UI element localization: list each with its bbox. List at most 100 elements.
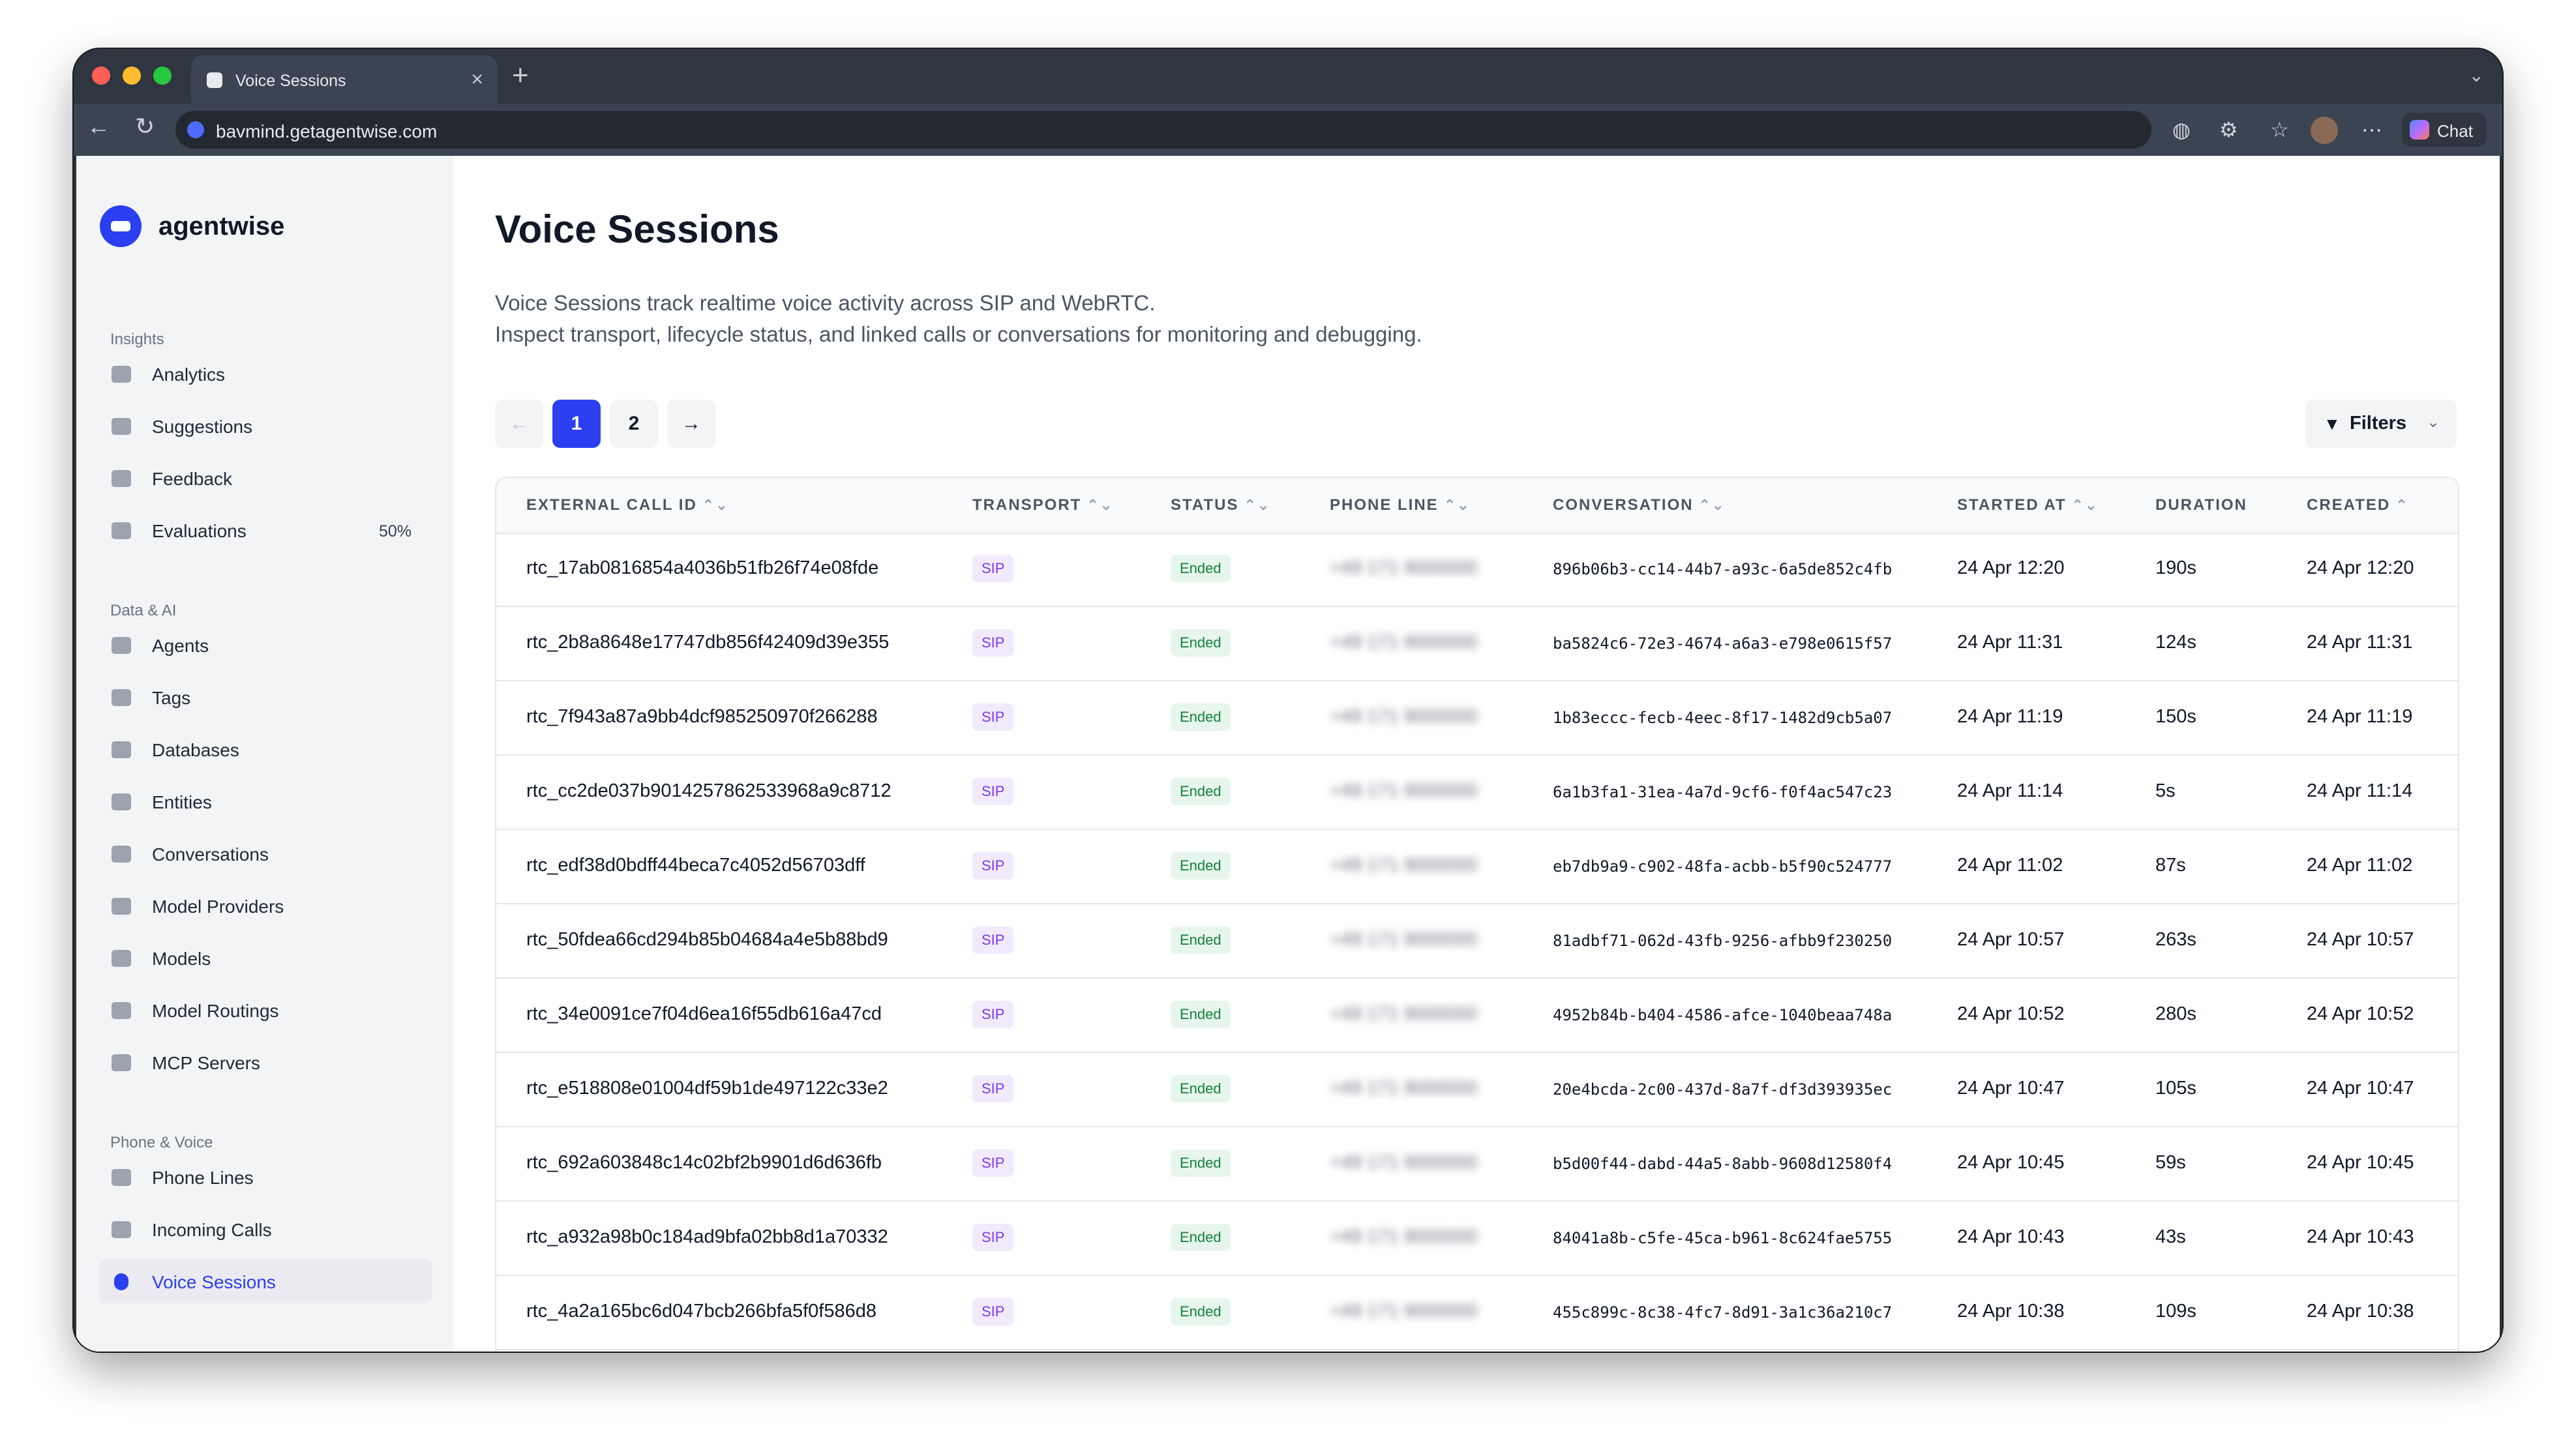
page-2-button[interactable]: 2 bbox=[610, 400, 658, 448]
previous-page-button[interactable]: ← bbox=[495, 400, 543, 448]
sort-icon[interactable]: ⌃⌄ bbox=[1444, 497, 1471, 513]
minimize-window-button[interactable] bbox=[123, 67, 141, 85]
table-row[interactable]: rtc_a932a98b0c184ad9bfa02bb8d1a70332 SIP E… bbox=[496, 1202, 2458, 1276]
table-row[interactable]: rtc_17ab0816854a4036b51fb26f74e08fde SIP E… bbox=[496, 533, 2458, 607]
table-row[interactable]: rtc_e518808e01004df59b1de497122c33e2 SIP E… bbox=[496, 1053, 2458, 1127]
grid-icon bbox=[112, 1054, 131, 1071]
conversation-link[interactable]: 455c899c-8c38-4fc7-8d91-3a1c36a210c7 bbox=[1553, 1303, 1892, 1322]
conversation-link[interactable]: 896b06b3-cc14-44b7-a93c-6a5de852c4fb bbox=[1553, 560, 1892, 578]
close-window-button[interactable] bbox=[92, 67, 110, 85]
sidebar-item-label: Phone Lines bbox=[152, 1168, 254, 1188]
external-call-id-cell: rtc_34e0091ce7f04d6ea16f55db616a47cd bbox=[526, 1003, 882, 1024]
table-row[interactable]: rtc_4a2a165bc6d047bcb266bfa5f0f586d8 SIP E… bbox=[496, 1276, 2458, 1350]
new-tab-button[interactable]: + bbox=[512, 59, 529, 92]
sidebar-item-analytics[interactable]: Analytics bbox=[98, 351, 432, 396]
sidebar-item-models[interactable]: Models bbox=[98, 936, 432, 980]
database-icon bbox=[112, 741, 131, 758]
conversation-link[interactable]: b5d00f44-dabd-44a5-8abb-9608d12580f4 bbox=[1553, 1155, 1892, 1173]
table-row[interactable]: rtc_7f943a87a9bb4dcf985250970f266288 SIP E… bbox=[496, 681, 2458, 756]
column-header-status[interactable]: STATUS ⌃⌄ bbox=[1171, 496, 1270, 514]
sort-icon[interactable]: ⌃⌄ bbox=[2072, 497, 2099, 513]
sidebar-item-label: MCP Servers bbox=[152, 1053, 260, 1073]
external-call-id-cell: rtc_e518808e01004df59b1de497122c33e2 bbox=[526, 1078, 888, 1099]
chat-button[interactable]: Chat bbox=[2402, 113, 2487, 147]
status-badge: Ended bbox=[1171, 1075, 1231, 1102]
column-header-started-at[interactable]: STARTED AT ⌃⌄ bbox=[1957, 496, 2098, 514]
column-header-external-call-id[interactable]: EXTERNAL CALL ID ⌃⌄ bbox=[526, 496, 729, 514]
sort-icon[interactable]: ⌃⌄ bbox=[1244, 497, 1270, 513]
sidebar-item-tags[interactable]: Tags bbox=[98, 675, 432, 719]
conversation-link[interactable]: 81adbf71-062d-43fb-9256-afbb9f230250 bbox=[1553, 932, 1892, 950]
browser-tab[interactable]: Voice Sessions × bbox=[191, 55, 498, 104]
column-header-conversation[interactable]: CONVERSATION ⌃⌄ bbox=[1553, 496, 1725, 514]
next-page-button[interactable]: → bbox=[667, 400, 715, 448]
favorites-icon[interactable]: ☆ bbox=[2270, 117, 2289, 143]
sidebar-item-voice-sessions[interactable]: Voice Sessions bbox=[98, 1259, 432, 1303]
phone-icon bbox=[112, 1169, 131, 1186]
tab-list-chevron-icon[interactable]: ⌄ bbox=[2469, 65, 2484, 86]
sidebar-item-evaluations[interactable]: Evaluations 50% bbox=[98, 508, 432, 552]
sidebar-item-entities[interactable]: Entities bbox=[98, 779, 432, 823]
conversation-link[interactable]: eb7db9a9-c902-48fa-acbb-b5f90c524777 bbox=[1553, 857, 1892, 876]
table-row[interactable]: rtc_50fdea66cd294b85b04684a4e5b88bd9 SIP E… bbox=[496, 904, 2458, 979]
sidebar-item-suggestions[interactable]: Suggestions bbox=[98, 404, 432, 448]
created-cell: 24 Apr 11:02 bbox=[2307, 855, 2413, 876]
sidebar-item-label: Voice Sessions bbox=[152, 1272, 276, 1292]
table-row[interactable]: rtc_34e0091ce7f04d6ea16f55db616a47cd SIP E… bbox=[496, 979, 2458, 1053]
column-header-phone-line[interactable]: PHONE LINE ⌃⌄ bbox=[1330, 496, 1471, 514]
started-at-cell: 24 Apr 10:43 bbox=[1957, 1226, 2065, 1247]
profile-avatar[interactable] bbox=[2311, 117, 2338, 144]
sort-icon[interactable]: ⌃⌄ bbox=[1086, 497, 1113, 513]
zoom-window-button[interactable] bbox=[153, 67, 172, 85]
page-1-button[interactable]: 1 bbox=[552, 400, 601, 448]
sidebar: agentwise Insights Analytics Suggestions… bbox=[76, 156, 453, 1352]
sidebar-item-conversations[interactable]: Conversations bbox=[98, 831, 432, 876]
sidebar-item-label: Databases bbox=[152, 740, 239, 760]
sidebar-item-model-providers[interactable]: Model Providers bbox=[98, 883, 432, 928]
sidebar-item-model-routings[interactable]: Model Routings bbox=[98, 988, 432, 1032]
transport-badge: SIP bbox=[972, 703, 1014, 731]
sort-ascending-icon[interactable]: ⌃ bbox=[2395, 497, 2408, 513]
conversation-link[interactable]: 1b83eccc-fecb-4eec-8f17-1482d9cb5a07 bbox=[1553, 709, 1892, 727]
started-at-cell: 24 Apr 11:14 bbox=[1957, 780, 2063, 801]
sidebar-item-label: Agents bbox=[152, 636, 209, 656]
column-header-created[interactable]: CREATED ⌃ bbox=[2307, 496, 2409, 514]
phone-line-cell: +49 171 9000000 bbox=[1330, 929, 1478, 950]
column-header-transport[interactable]: TRANSPORT ⌃⌄ bbox=[972, 496, 1113, 514]
tab-close-icon[interactable]: × bbox=[471, 67, 483, 91]
sidebar-item-feedback[interactable]: Feedback bbox=[98, 456, 432, 500]
table-row[interactable]: rtc_cc2de037b9014257862533968a9c8712 SIP E… bbox=[496, 756, 2458, 830]
conversation-link[interactable]: 4952b84b-b404-4586-afce-1040beaa748a bbox=[1553, 1006, 1892, 1024]
column-header-duration[interactable]: DURATION bbox=[2155, 496, 2247, 514]
table-row[interactable]: rtc_2b8a8648e17747db856f42409d39e355 SIP E… bbox=[496, 607, 2458, 681]
phone-line-cell: +49 171 9000000 bbox=[1330, 1301, 1478, 1322]
sidebar-item-label: Incoming Calls bbox=[152, 1220, 272, 1240]
duration-cell: 59s bbox=[2155, 1152, 2186, 1173]
sidebar-item-mcp-servers[interactable]: MCP Servers bbox=[98, 1040, 432, 1084]
sidebar-item-phone-lines[interactable]: Phone Lines bbox=[98, 1155, 432, 1199]
conversation-link[interactable]: 84041a8b-c5fe-45ca-b961-8c624fae5755 bbox=[1553, 1229, 1892, 1247]
extensions-icon[interactable]: ⚙ bbox=[2219, 117, 2238, 143]
password-manager-icon[interactable]: ◍ bbox=[2172, 117, 2191, 143]
conversation-link[interactable]: ba5824c6-72e3-4674-a6a3-e798e0615f57 bbox=[1553, 634, 1892, 653]
more-menu-icon[interactable]: ⋯ bbox=[2361, 117, 2382, 143]
table-row[interactable]: rtc_692a603848c14c02bf2b9901d6d636fb SIP E… bbox=[496, 1127, 2458, 1202]
table-row[interactable]: rtc_edf38d0bdff44beca7c4052d56703dff SIP E… bbox=[496, 830, 2458, 904]
table-header: EXTERNAL CALL ID ⌃⌄ TRANSPORT ⌃⌄ STATUS ⌃⌄ … bbox=[496, 478, 2458, 534]
voice-sessions-table: EXTERNAL CALL ID ⌃⌄ TRANSPORT ⌃⌄ STATUS ⌃⌄ … bbox=[495, 477, 2459, 1352]
back-arrow-icon[interactable]: ← bbox=[87, 113, 110, 140]
sidebar-item-agents[interactable]: Agents bbox=[98, 623, 432, 667]
reload-icon[interactable]: ↻ bbox=[135, 113, 155, 140]
address-bar[interactable]: bavmind.getagentwise.com bbox=[175, 111, 2151, 149]
started-at-cell: 24 Apr 11:02 bbox=[1957, 855, 2063, 876]
conversation-link[interactable]: 20e4bcda-2c00-437d-8a7f-df3d393935ec bbox=[1553, 1080, 1892, 1099]
status-badge: Ended bbox=[1171, 1001, 1231, 1028]
conversation-link[interactable]: 6a1b3fa1-31ea-4a7d-9cf6-f0f4ac547c23 bbox=[1553, 783, 1892, 801]
sidebar-item-incoming-calls[interactable]: Incoming Calls bbox=[98, 1207, 432, 1251]
sort-icon[interactable]: ⌃⌄ bbox=[702, 497, 729, 513]
sort-icon[interactable]: ⌃⌄ bbox=[1699, 497, 1726, 513]
url-text[interactable]: bavmind.getagentwise.com bbox=[216, 121, 437, 142]
filters-button[interactable]: ▼ Filters ⌄ bbox=[2305, 400, 2457, 448]
created-cell: 24 Apr 11:14 bbox=[2307, 780, 2413, 801]
sidebar-item-databases[interactable]: Databases bbox=[98, 727, 432, 771]
